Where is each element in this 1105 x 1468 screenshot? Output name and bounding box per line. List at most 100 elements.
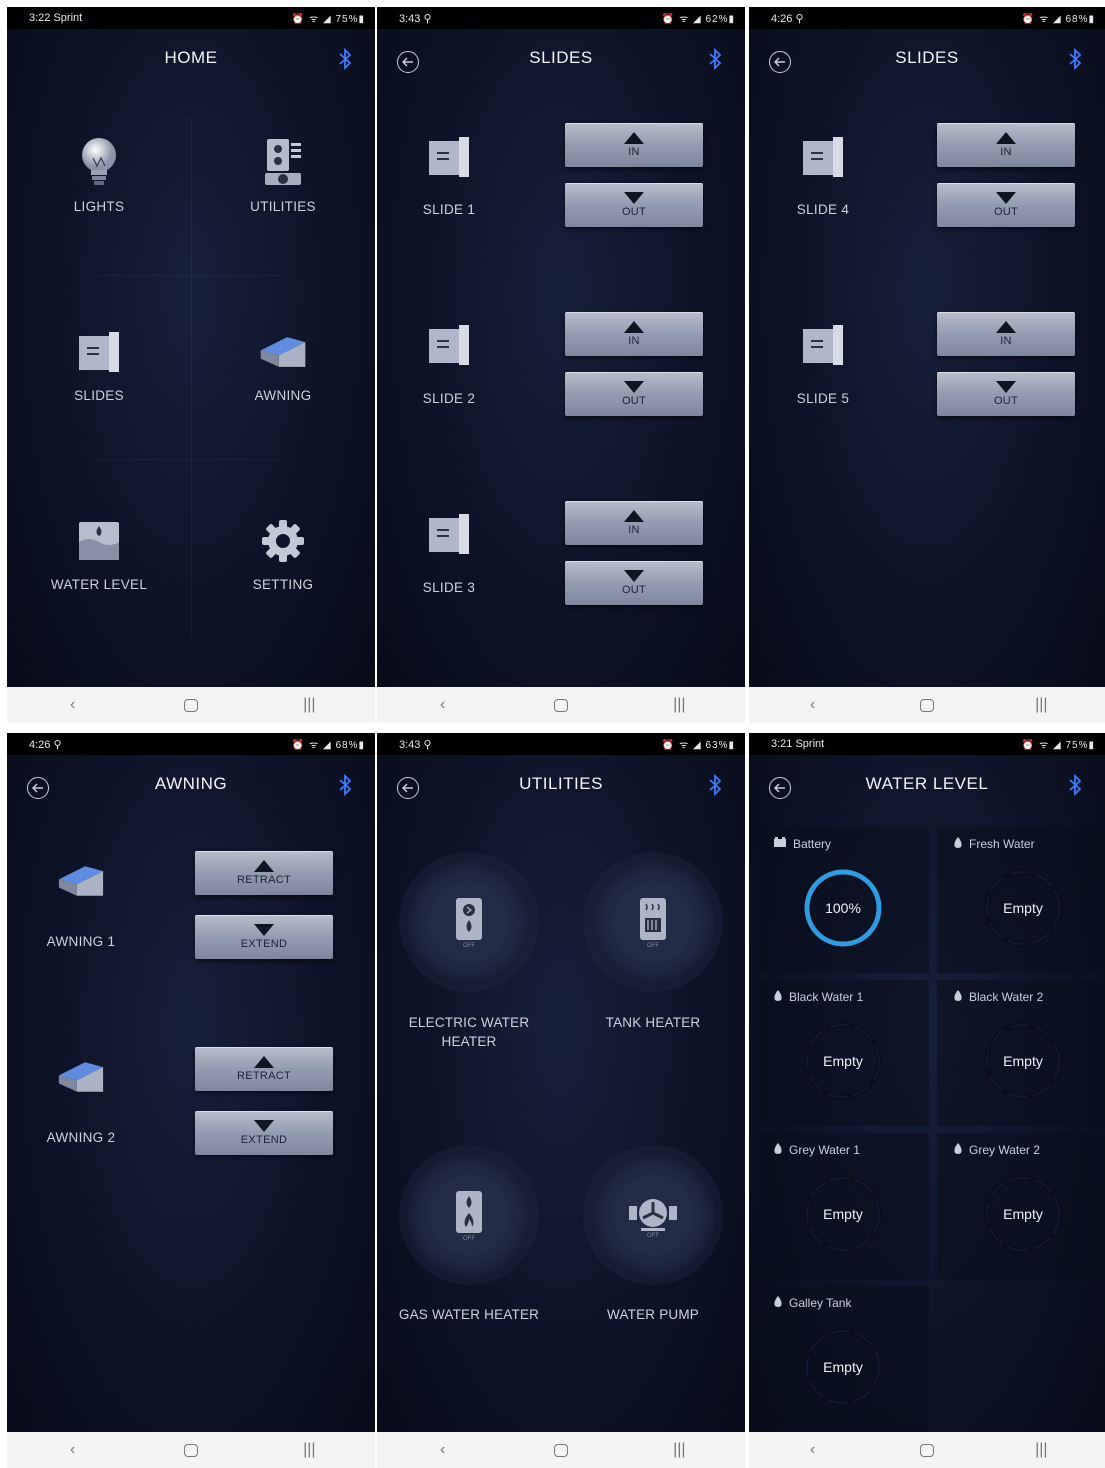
lightbulb-icon xyxy=(75,137,123,189)
tank-name-text: Black Water 1 xyxy=(789,990,864,1004)
status-time: 4:26 ⚲ xyxy=(29,738,62,751)
home-item-utilities[interactable]: UTILITIES xyxy=(191,87,375,276)
bluetooth-icon[interactable] xyxy=(1067,48,1083,70)
electric-water-heater-toggle[interactable]: OFF xyxy=(407,860,531,984)
awning-icon xyxy=(259,326,307,378)
utilities-screen: 3:43 ⚲ ⏰ ᯤ ◢ 63%▮ UTILITIES OFF ELECTRIC… xyxy=(377,733,745,1468)
slide-icon xyxy=(803,137,843,177)
android-nav-bar: ‹ ||| xyxy=(749,687,1105,723)
slide-3-in-button[interactable]: IN xyxy=(565,501,703,545)
gas-water-heater-toggle[interactable]: OFF xyxy=(407,1153,531,1277)
nav-back-icon[interactable]: ‹ xyxy=(53,1441,93,1459)
back-button[interactable] xyxy=(769,777,791,799)
back-button[interactable] xyxy=(769,51,791,73)
nav-home-icon[interactable] xyxy=(553,698,568,712)
tank-name: Fresh Water xyxy=(953,836,1035,852)
awning-2-extend-button[interactable]: EXTEND xyxy=(195,1111,333,1155)
awning-1-extend-button[interactable]: EXTEND xyxy=(195,915,333,959)
utilities-icon xyxy=(259,137,307,189)
arrow-left-icon xyxy=(32,783,43,793)
tank-card[interactable]: Black Water 2 Empty xyxy=(937,980,1105,1126)
awning-screen: 4:26 ⚲ ⏰ ᯤ ◢ 68%▮ AWNING AWNING 1 RETRAC… xyxy=(7,733,375,1468)
utility-label: TANK HEATER xyxy=(605,1015,701,1030)
back-button[interactable] xyxy=(27,777,49,799)
status-indicators: ⏰ ᯤ ◢ 68%▮ xyxy=(291,740,365,751)
bluetooth-icon[interactable] xyxy=(337,774,353,796)
tank-card[interactable]: Battery 100% xyxy=(757,827,929,973)
tank-name-text: Galley Tank xyxy=(789,1296,852,1310)
bluetooth-icon[interactable] xyxy=(707,774,723,796)
tank-level-value: Empty xyxy=(823,1206,863,1222)
tank-heater-toggle[interactable]: OFF xyxy=(591,860,715,984)
water-pump-toggle[interactable]: OFF xyxy=(591,1153,715,1277)
android-nav-bar: ‹ ||| xyxy=(749,1432,1105,1468)
header: AWNING xyxy=(7,755,375,813)
back-button[interactable] xyxy=(397,51,419,73)
tank-card[interactable]: Galley Tank Empty xyxy=(757,1286,929,1432)
bluetooth-icon[interactable] xyxy=(1067,774,1083,796)
arrow-left-icon xyxy=(402,57,413,67)
nav-recents-icon[interactable]: ||| xyxy=(289,1441,329,1459)
nav-home-icon[interactable] xyxy=(183,1443,198,1457)
nav-home-icon[interactable] xyxy=(919,1443,934,1457)
slide-4-out-button[interactable]: OUT xyxy=(937,183,1075,227)
status-time: 4:26 ⚲ xyxy=(771,12,804,25)
arrow-down-icon xyxy=(254,1120,274,1132)
nav-recents-icon[interactable]: ||| xyxy=(659,1441,699,1459)
nav-back-icon[interactable]: ‹ xyxy=(423,1441,463,1459)
nav-recents-icon[interactable]: ||| xyxy=(1021,696,1061,714)
home-item-lights[interactable]: LIGHTS xyxy=(7,87,191,276)
slide-4-in-button[interactable]: IN xyxy=(937,123,1075,167)
battery-icon xyxy=(773,836,787,851)
tank-name-text: Black Water 2 xyxy=(969,990,1044,1004)
water-drop-icon xyxy=(953,836,963,852)
nav-home-icon[interactable] xyxy=(553,1443,568,1457)
nav-home-icon[interactable] xyxy=(919,698,934,712)
tank-card[interactable]: Fresh Water Empty xyxy=(937,827,1105,973)
nav-back-icon[interactable]: ‹ xyxy=(423,696,463,714)
slide-3-out-button[interactable]: OUT xyxy=(565,561,703,605)
slide-1-out-button[interactable]: OUT xyxy=(565,183,703,227)
back-button[interactable] xyxy=(397,777,419,799)
water-level-screen: 3:21 Sprint ⏰ ᯤ ◢ 75%▮ WATER LEVEL Batte… xyxy=(749,733,1105,1468)
tank-card[interactable]: Grey Water 2 Empty xyxy=(937,1133,1105,1279)
arrow-left-icon xyxy=(402,783,413,793)
android-nav-bar: ‹ ||| xyxy=(377,687,745,723)
nav-back-icon[interactable]: ‹ xyxy=(793,1441,833,1459)
status-indicators: ⏰ ᯤ ◢ 68%▮ xyxy=(1021,14,1095,25)
home-item-water-level[interactable]: WATER LEVEL xyxy=(7,465,191,654)
android-nav-bar: ‹ ||| xyxy=(7,1432,375,1468)
arrow-up-icon xyxy=(624,510,644,522)
water-drop-icon xyxy=(773,1295,783,1311)
nav-back-icon[interactable]: ‹ xyxy=(793,696,833,714)
slide-icon xyxy=(429,137,469,177)
awning-2-retract-button[interactable]: RETRACT xyxy=(195,1047,333,1091)
tank-card[interactable]: Black Water 1 Empty xyxy=(757,980,929,1126)
tank-name: Grey Water 2 xyxy=(953,1142,1040,1158)
slide-2-in-button[interactable]: IN xyxy=(565,312,703,356)
tank-level-value: Empty xyxy=(823,1359,863,1375)
slide-1-in-button[interactable]: IN xyxy=(565,123,703,167)
arrow-left-icon xyxy=(774,57,785,67)
awning-1-retract-button[interactable]: RETRACT xyxy=(195,851,333,895)
home-item-slides[interactable]: SLIDES xyxy=(7,276,191,465)
tank-name: Grey Water 1 xyxy=(773,1142,860,1158)
nav-home-icon[interactable] xyxy=(183,698,198,712)
nav-recents-icon[interactable]: ||| xyxy=(1021,1441,1061,1459)
slide-icon xyxy=(429,325,469,365)
slide-2-out-button[interactable]: OUT xyxy=(565,372,703,416)
tank-card[interactable]: Grey Water 1 Empty xyxy=(757,1133,929,1279)
nav-recents-icon[interactable]: ||| xyxy=(289,696,329,714)
status-indicators: ⏰ ᯤ ◢ 75%▮ xyxy=(1021,740,1095,751)
home-item-setting[interactable]: SETTING xyxy=(191,465,375,654)
nav-back-icon[interactable]: ‹ xyxy=(53,696,93,714)
bluetooth-icon[interactable] xyxy=(707,48,723,70)
bluetooth-icon[interactable] xyxy=(337,48,353,70)
slide-5-out-button[interactable]: OUT xyxy=(937,372,1075,416)
home-item-awning[interactable]: AWNING xyxy=(191,276,375,465)
slides-screen-2: 4:26 ⚲ ⏰ ᯤ ◢ 68%▮ SLIDES SLIDE 4 IN OUT … xyxy=(749,7,1105,723)
nav-recents-icon[interactable]: ||| xyxy=(659,696,699,714)
slide-5-in-button[interactable]: IN xyxy=(937,312,1075,356)
arrow-up-icon xyxy=(624,132,644,144)
tank-name: Black Water 1 xyxy=(773,989,863,1005)
